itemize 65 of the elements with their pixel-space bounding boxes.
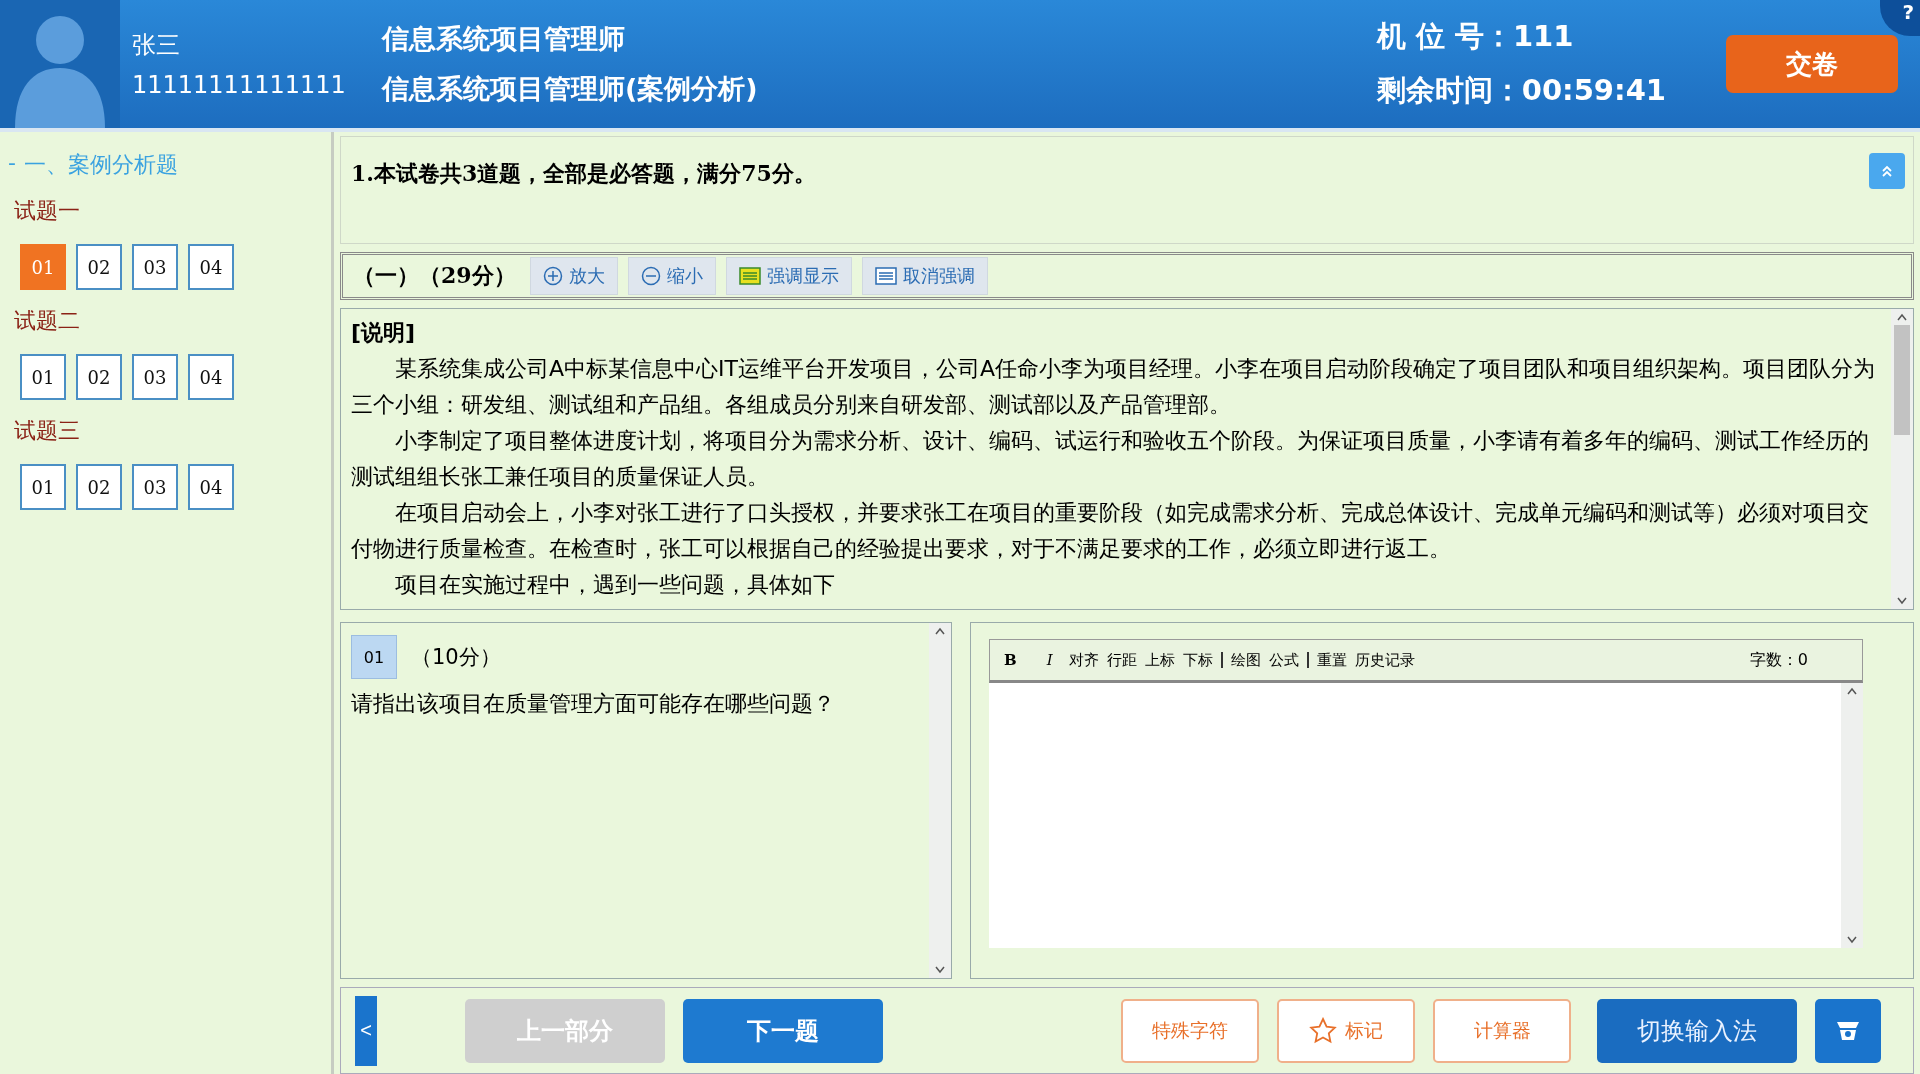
scrollbar[interactable]	[1891, 309, 1913, 610]
word-count: 字数：0	[1749, 649, 1808, 671]
passage-title: [说明]	[351, 319, 417, 348]
question-number: 01	[351, 635, 397, 680]
settings-button[interactable]	[1815, 998, 1881, 1063]
question-nav-button[interactable]: 01	[20, 464, 66, 510]
question-nav-button[interactable]: 04	[188, 354, 234, 400]
passage-paragraph: 项目在实施过程中，遇到一些问题，具体如下	[394, 571, 836, 600]
input-method-button[interactable]: 切换输入法	[1597, 998, 1797, 1063]
question-nav-button[interactable]: 04	[188, 464, 234, 510]
toolbar-button[interactable]: 行距	[1106, 650, 1137, 670]
question-nav-button[interactable]: 02	[76, 244, 122, 290]
user-name: 张三	[132, 30, 181, 61]
question-nav-button[interactable]: 02	[76, 354, 122, 400]
question-nav-button[interactable]: 03	[132, 244, 178, 290]
toolbar-button[interactable]: 历史记录	[1354, 650, 1415, 670]
passage-paragraph: 在项目启动会上，小李对张工进行了口头授权，并要求张工在项目的重要阶段（如完成需求分析、完成总体设计、完成单元编码和测试等）必须对项目交付物进行质量检查。在检查时，张工可以根据自己的经验提出要求，对于不满足要求的工作，必须立即进行返工。	[351, 499, 1870, 564]
question-nav-button[interactable]: 01	[20, 354, 66, 400]
question-nav-button[interactable]: 03	[132, 354, 178, 400]
time-remaining: 剩余时间：00:59:41	[1376, 72, 1666, 109]
part-heading: （一）（29分）	[353, 260, 516, 290]
question-score: （10分）	[411, 644, 501, 672]
bold-button[interactable]: B	[1004, 651, 1017, 670]
question-group-title: 试题一	[14, 197, 81, 225]
collapse-tab[interactable]: <	[355, 995, 377, 1066]
nav-button[interactable]: 下一题	[683, 998, 883, 1063]
star-icon	[1309, 1016, 1337, 1045]
toolbar-button[interactable]: 缩小	[627, 256, 716, 295]
toolbar-button[interactable]: 放大	[529, 256, 618, 295]
scrollbar[interactable]	[1841, 683, 1863, 949]
scroll-down-icon[interactable]	[934, 966, 946, 975]
passage-paragraph: 某系统集成公司A中标某信息中心IT运维平台开发项目，公司A任命小李为项目经理。小李在项目启动阶段确定了项目团队和项目组织架构。项目团队分为三个小组：研发组、测试组和产品组。各组成员分别来自研发部、测试部以及产品管理部。	[351, 355, 1877, 420]
list-icon	[738, 266, 761, 285]
toolbar-button[interactable]: 重置	[1316, 650, 1347, 670]
question-group-title: 试题二	[14, 307, 81, 335]
seat-number: 机 位 号：111	[1376, 18, 1575, 55]
scroll-down-icon[interactable]	[1846, 936, 1858, 945]
list-icon	[874, 266, 897, 285]
toolbar-button[interactable]: 公式	[1268, 650, 1299, 670]
exam-subtitle: 信息系统项目管理师(案例分析)	[382, 72, 759, 106]
scroll-up-icon[interactable]	[934, 627, 946, 636]
exam-title: 信息系统项目管理师	[382, 22, 626, 56]
user-id: 11111111111111	[132, 71, 347, 99]
toolbar-button[interactable]: 对齐	[1068, 650, 1099, 670]
double-chevron-up-icon	[1880, 164, 1894, 178]
scroll-down-icon[interactable]	[1896, 597, 1908, 606]
italic-button[interactable]: I	[1046, 651, 1053, 670]
plus-circle-icon	[542, 265, 563, 286]
question-nav-button[interactable]: 02	[76, 464, 122, 510]
toolbar-button[interactable]: 下标	[1182, 650, 1213, 670]
question-nav-button[interactable]: 03	[132, 464, 178, 510]
toolbar-button[interactable]: 上标	[1144, 650, 1175, 670]
scroll-up-icon[interactable]	[1846, 687, 1858, 696]
toolbar-button[interactable]: 取消强调	[861, 256, 988, 295]
question-group-title: 试题三	[14, 417, 81, 445]
scrollbar[interactable]	[929, 623, 951, 979]
question-nav-button[interactable]: 04	[188, 244, 234, 290]
minus-circle-icon	[640, 265, 661, 286]
toolbar-button[interactable]: 绘图	[1230, 650, 1261, 670]
help-button[interactable]: ?	[1880, 0, 1920, 36]
toolbar-button[interactable]: 强调显示	[725, 256, 852, 295]
passage-paragraph: 小李制定了项目整体进度计划，将项目分为需求分析、设计、编码、试运行和验收五个阶段。为保证项目质量，小李请有着多年的编码、测试工作经历的测试组组长张工兼任项目的质量保证人员。	[351, 427, 1870, 492]
scroll-up-icon[interactable]	[1896, 313, 1908, 322]
question-text: 请指出该项目在质量管理方面可能存在哪些问题？	[351, 690, 836, 719]
exam-notice: 1.本试卷共3道题，全部是必答题，满分75分。	[351, 160, 816, 186]
